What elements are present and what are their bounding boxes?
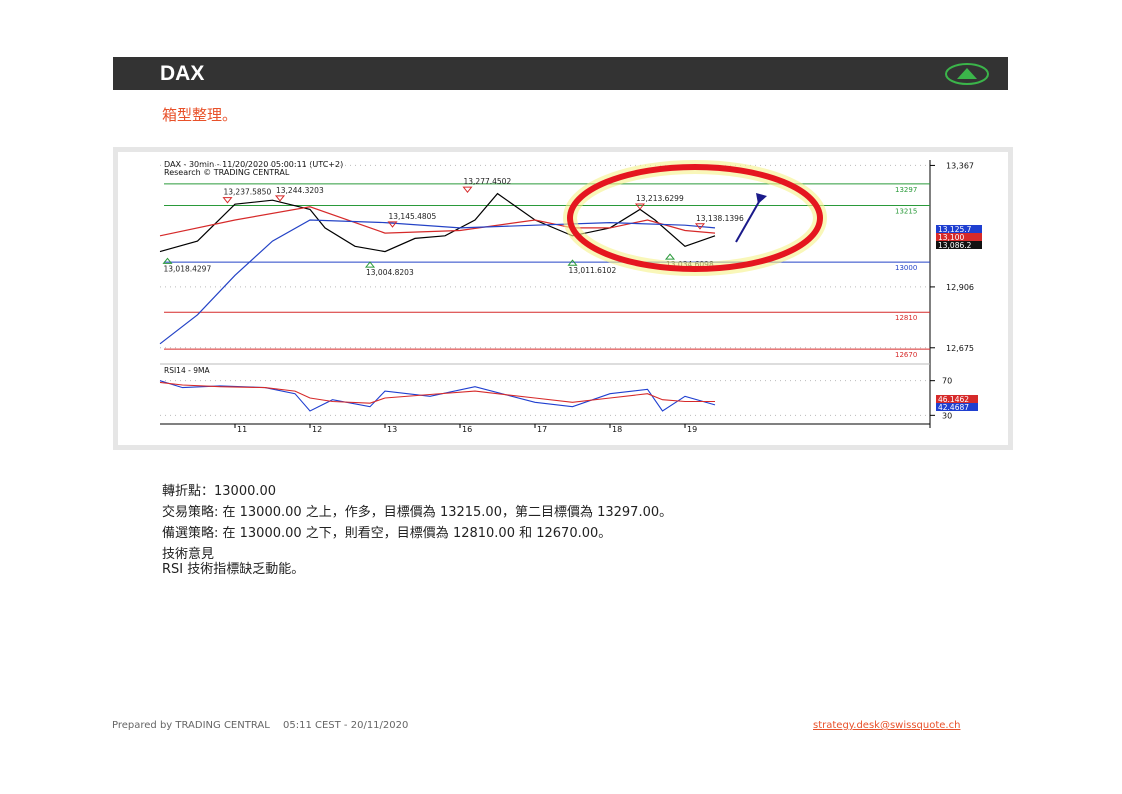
high-marker <box>462 186 473 193</box>
high-annotation: 13,277.4502 <box>464 177 512 186</box>
chart-subtitle: Research © TRADING CENTRAL <box>164 168 290 177</box>
footer-time: 05:11 CEST - 20/11/2020 <box>283 720 409 731</box>
footer-prepared: Prepared by TRADING CENTRAL <box>112 720 270 731</box>
x-tick-label: 11 <box>237 425 247 434</box>
price-series-line <box>159 206 716 237</box>
footer-email-link[interactable]: strategy.desk@swissquote.ch <box>813 720 960 731</box>
low-marker <box>162 257 173 264</box>
x-tick-label: 16 <box>462 425 472 434</box>
alt-strategy-text: 備選策略: 在 13000.00 之下，則看空，目標價為 12810.00 和 … <box>162 526 612 541</box>
price-series-line <box>159 219 716 345</box>
rsi-tag-label: 42.4687 <box>938 403 969 412</box>
strategy-text: 交易策略: 在 13000.00 之上，作多，目標價為 13215.00，第二目… <box>162 505 673 520</box>
high-annotation: 13,237.5850 <box>224 188 272 197</box>
high-marker <box>222 197 233 204</box>
pivot-text: 轉折點：13000.00 <box>162 484 277 499</box>
rsi-label: RSI14 - 9MA <box>164 366 210 375</box>
level-label: 13000 <box>895 264 917 272</box>
rsi-tick-label: 70 <box>942 377 952 386</box>
low-annotation: 13,011.6102 <box>569 266 617 275</box>
low-marker <box>567 259 578 266</box>
high-annotation: 13,213.6299 <box>636 194 684 203</box>
opinion-text: RSI 技術指標缺乏動能。 <box>162 562 305 577</box>
low-annotation: 13,004.8203 <box>366 268 414 277</box>
x-tick-label: 18 <box>612 425 622 434</box>
rsi-ma-line <box>159 381 715 404</box>
high-marker <box>634 203 646 210</box>
price-series-line <box>159 192 716 253</box>
level-label: 12670 <box>895 351 917 359</box>
high-annotation: 13,138.1396 <box>696 214 744 223</box>
high-annotation: 13,145.4805 <box>389 212 437 221</box>
summary-heading: 箱型整理。 <box>162 106 238 124</box>
x-tick-label: 12 <box>312 425 322 434</box>
x-tick-label: 17 <box>537 425 547 434</box>
y-tick-label: 13,367 <box>946 161 974 170</box>
x-tick-label: 19 <box>687 425 697 434</box>
level-label: 12810 <box>895 314 917 322</box>
low-marker <box>664 253 676 260</box>
page-title: DAX <box>160 62 205 85</box>
price-chart: DAX - 30min - 11/20/2020 05:00:11 (UTC+2… <box>159 160 982 434</box>
x-tick-label: 13 <box>387 425 397 434</box>
high-annotation: 13,244.3203 <box>276 186 324 195</box>
up-arrow-icon <box>945 63 989 85</box>
price-tag-label: 13,086.2 <box>938 241 972 250</box>
chart-panel: DAX - 30min - 11/20/2020 05:00:11 (UTC+2… <box>118 152 1008 445</box>
high-marker <box>274 195 286 202</box>
header-bar: DAX <box>113 57 1008 90</box>
rsi-tick-label: 30 <box>942 411 952 420</box>
low-annotation: 13,018.4297 <box>164 264 212 273</box>
y-tick-label: 12,906 <box>946 283 974 292</box>
level-label: 13215 <box>895 207 917 215</box>
low-marker <box>364 261 376 268</box>
level-label: 13297 <box>895 186 917 194</box>
y-tick-label: 12,675 <box>946 344 974 353</box>
highlight-circle <box>567 164 823 272</box>
